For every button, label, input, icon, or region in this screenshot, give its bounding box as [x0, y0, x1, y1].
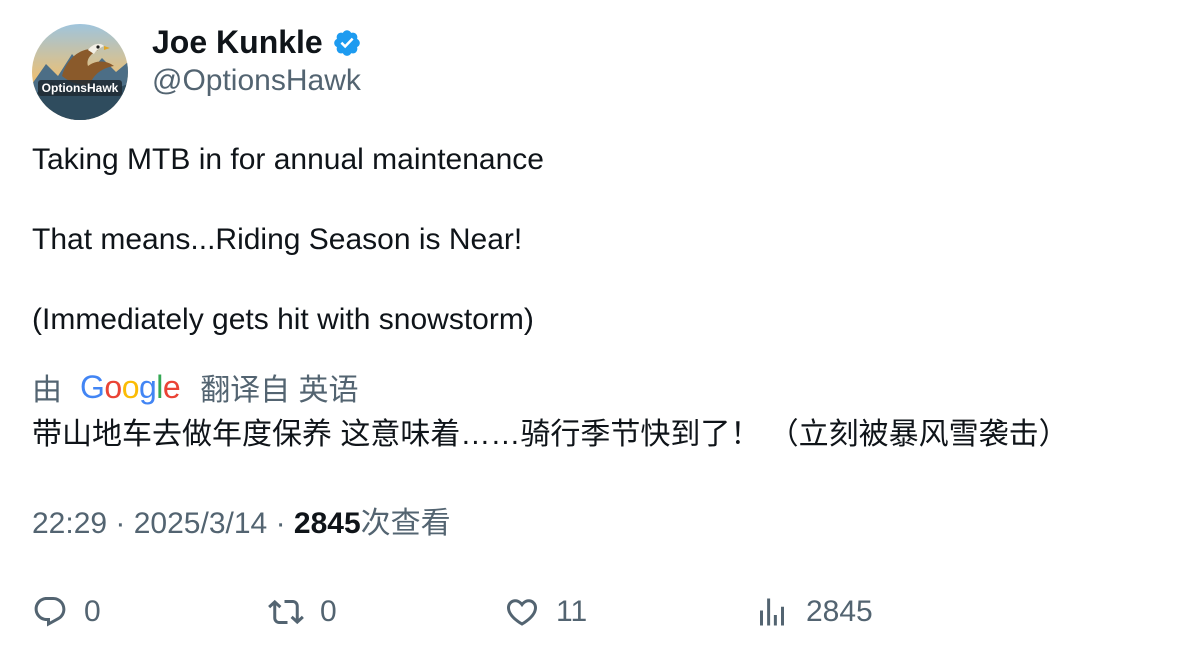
translated-by-label: 由	[32, 374, 62, 407]
avatar-image: OptionsHawk	[32, 24, 128, 120]
translated-from-label[interactable]: 翻译自 英语	[200, 365, 358, 409]
heart-icon	[506, 599, 538, 626]
tweet-line: Taking MTB in for annual maintenance	[32, 143, 544, 176]
reply-icon	[34, 597, 66, 627]
retweet-icon	[268, 599, 304, 625]
views-chart-icon	[760, 598, 784, 626]
views-label: 次查看	[360, 507, 451, 540]
retweet-count: 0	[320, 595, 337, 628]
tweet: OptionsHawk Joe Kunkle @OptionsHawk Taki…	[0, 0, 1196, 658]
views-button[interactable]: 2845	[754, 590, 873, 634]
author-name-row: Joe Kunkle	[152, 22, 362, 62]
avatar-logo-text: OptionsHawk	[42, 81, 119, 95]
author-handle[interactable]: @OptionsHawk	[152, 62, 361, 100]
like-count: 11	[556, 595, 588, 628]
views-action-count: 2845	[806, 595, 873, 628]
like-button[interactable]: 11	[504, 590, 587, 634]
tweet-meta: 22:29 · 2025/3/14 · 2845次查看	[32, 504, 451, 544]
reply-count: 0	[84, 595, 101, 628]
meta-separator: ·	[115, 507, 134, 540]
tweet-line: (Immediately gets hit with snowstorm)	[32, 303, 534, 336]
google-logo: Google	[80, 369, 181, 405]
verified-badge-icon[interactable]	[332, 28, 362, 58]
tweet-date[interactable]: 2025/3/14	[134, 507, 267, 540]
reply-button[interactable]: 0	[32, 590, 101, 634]
tweet-text: Taking MTB in for annual maintenance Tha…	[32, 140, 544, 340]
author-name[interactable]: Joe Kunkle	[152, 22, 323, 62]
translation-attribution: 由 Google 翻译自 英语	[32, 367, 359, 407]
views-count: 2845	[293, 507, 361, 540]
tweet-time[interactable]: 22:29	[32, 507, 107, 540]
meta-separator: ·	[275, 507, 294, 540]
retweet-button[interactable]: 0	[268, 590, 337, 634]
tweet-line: That means...Riding Season is Near!	[32, 223, 523, 256]
translated-text: 带山地车去做年度保养 这意味着……骑行季节快到了！ （立刻被暴风雪袭击）	[32, 418, 1069, 451]
avatar[interactable]: OptionsHawk	[32, 24, 128, 120]
action-bar: 0 0 11 2845	[32, 590, 932, 634]
